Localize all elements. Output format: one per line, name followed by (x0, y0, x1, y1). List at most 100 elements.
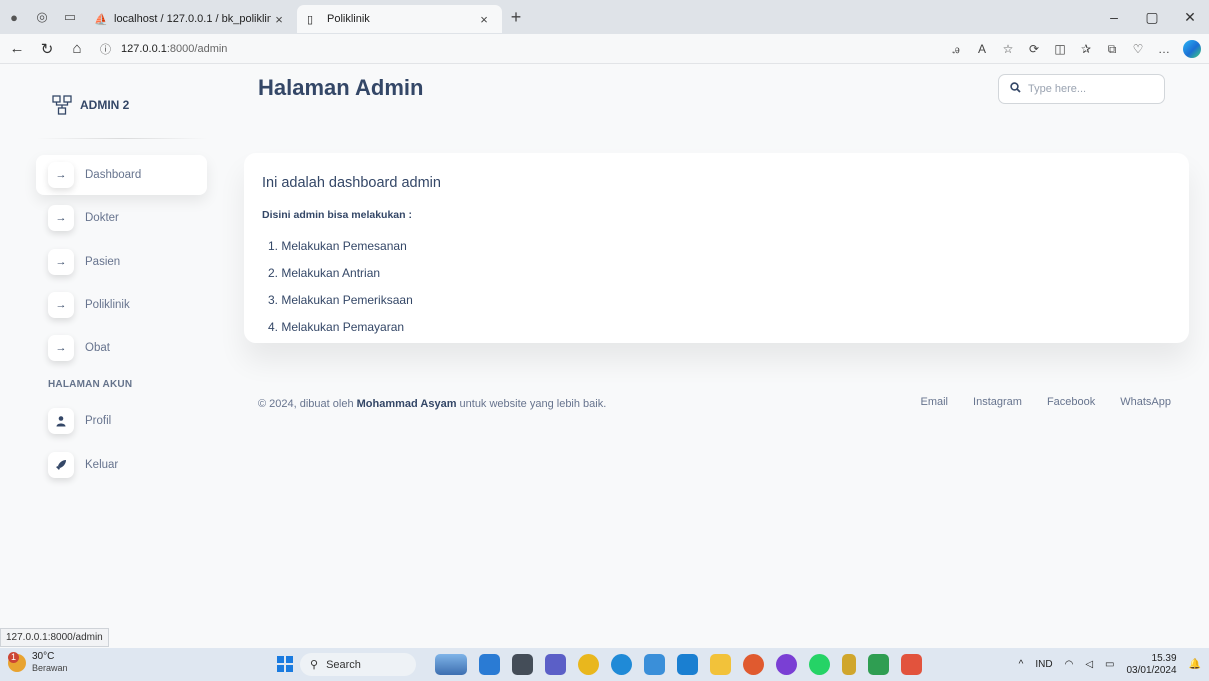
chrome-dev-icon[interactable] (776, 654, 797, 675)
extensions-icon[interactable]: ⟳ (1021, 42, 1047, 56)
footer-link-facebook[interactable]: Facebook (1047, 396, 1095, 408)
copyright-suffix: untuk website yang lebih baik. (456, 398, 607, 410)
landscape-app-icon[interactable] (435, 654, 467, 675)
url-field[interactable]: ⓘ 127.0.0.1:8000/admin (100, 41, 227, 57)
taskbar: 1 30°C Berawan ⚲ Search ^ IND ◠ ◁ ▭ 15.3… (0, 648, 1209, 681)
sidebar-item-dokter[interactable]: → Dokter (36, 198, 207, 238)
xampp-icon[interactable] (479, 654, 500, 675)
sidebar-item-label: Poliklinik (85, 299, 130, 311)
tab-phpmyadmin[interactable]: ⛵ localhost / 127.0.0.1 / bk_poliklin × (84, 5, 297, 33)
page-title: Halaman Admin (258, 75, 424, 100)
list-item: 3. Melakukan Pemeriksaan (268, 293, 413, 307)
weather-widget[interactable]: 1 30°C Berawan (8, 651, 68, 674)
close-window-icon[interactable]: ✕ (1171, 0, 1209, 34)
brand[interactable]: ADMIN 2 (52, 95, 129, 115)
more-menu-icon[interactable]: … (1151, 42, 1177, 56)
chrome-canary-icon[interactable] (743, 654, 764, 675)
tab-label: localhost / 127.0.0.1 / bk_poliklin (114, 13, 271, 25)
close-tab-icon[interactable]: × (271, 12, 287, 27)
chrome-icon[interactable] (578, 654, 599, 675)
battery-icon[interactable]: ▭ (1105, 659, 1114, 670)
workspaces-icon[interactable]: ◎ (28, 3, 56, 31)
xampp-control-icon[interactable] (901, 654, 922, 675)
brand-name: ADMIN 2 (80, 98, 130, 112)
copilot-icon[interactable] (1183, 40, 1201, 58)
arrow-right-icon: → (48, 162, 74, 188)
status-url-tooltip: 127.0.0.1:8000/admin (0, 628, 109, 647)
photos-icon[interactable] (644, 654, 665, 675)
arrow-right-icon: → (48, 335, 74, 361)
sidebar-item-label: Dashboard (85, 169, 142, 181)
favorite-star-icon[interactable]: ☆ (995, 42, 1021, 56)
notification-badge-icon: 1 (8, 651, 19, 663)
sitemap-icon (52, 95, 72, 115)
whatsapp-icon[interactable] (809, 654, 830, 675)
browser-tab-bar: ● ◎ ▭ ⛵ localhost / 127.0.0.1 / bk_polik… (0, 0, 1209, 34)
arrow-right-icon: → (48, 292, 74, 318)
tab-actions-icon[interactable]: ▭ (56, 3, 84, 31)
sidebar-item-dashboard[interactable]: → Dashboard (36, 155, 207, 195)
footer-link-instagram[interactable]: Instagram (973, 396, 1022, 408)
teams-icon[interactable] (545, 654, 566, 675)
task-view-icon[interactable] (512, 654, 533, 675)
windows-start-icon[interactable] (277, 656, 293, 672)
restore-icon[interactable]: ▢ (1133, 0, 1171, 34)
sidebar-item-poliklinik[interactable]: → Poliklinik (36, 285, 207, 325)
minimize-icon[interactable]: – (1095, 0, 1133, 34)
chevron-up-icon[interactable]: ^ (1019, 659, 1024, 670)
sidebar-item-label: Profil (85, 415, 112, 427)
list-item: 4. Melakukan Pemayaran (268, 320, 405, 334)
footer-link-email[interactable]: Email (921, 396, 949, 408)
clock[interactable]: 15.39 03/01/2024 (1126, 653, 1176, 677)
sidebar-item-pasien[interactable]: → Pasien (36, 242, 207, 282)
sidebar-item-profil[interactable]: Profil (36, 401, 207, 441)
list-item: 2. Melakukan Antrian (268, 266, 381, 280)
list-item: 1. Melakukan Pemesanan (268, 239, 407, 253)
favorites-icon[interactable]: ✰ (1073, 42, 1099, 56)
taskbar-search-label: Search (326, 658, 361, 671)
arrow-right-icon: → (48, 249, 74, 275)
account-section-heading: HALAMAN AKUN (48, 379, 133, 390)
sidebar-item-label: Obat (85, 342, 110, 354)
author-link[interactable]: Mohammad Asyam (357, 398, 457, 410)
clock-date: 03/01/2024 (1126, 664, 1177, 676)
copyright-prefix: © 2024, dibuat oleh (258, 398, 357, 410)
refresh-icon[interactable]: ↻ (34, 36, 60, 62)
weather-icon: 1 (8, 651, 26, 672)
info-icon[interactable]: ⓘ (100, 41, 111, 57)
divider (36, 138, 208, 139)
new-tab-button[interactable]: + (502, 7, 530, 28)
pen-app-icon[interactable] (842, 654, 856, 675)
footer-copyright: © 2024, dibuat oleh Mohammad Asyam untuk… (258, 398, 606, 410)
wifi-icon[interactable]: ◠ (1065, 659, 1074, 670)
language-indicator[interactable]: IND (1035, 659, 1052, 670)
footer-link-whatsapp[interactable]: WhatsApp (1120, 396, 1171, 408)
translate-icon[interactable]: ꭿ (943, 42, 969, 57)
tab-poliklinik[interactable]: ▯ Poliklinik × (297, 5, 502, 33)
back-icon[interactable]: ← (4, 36, 30, 62)
split-screen-icon[interactable]: ◫ (1047, 42, 1073, 56)
arrow-right-icon: → (48, 205, 74, 231)
read-aloud-icon[interactable]: A (969, 42, 995, 56)
sidebar-item-obat[interactable]: → Obat (36, 328, 207, 368)
home-icon[interactable]: ⌂ (64, 36, 90, 62)
card-title: Ini adalah dashboard admin (262, 175, 441, 191)
notification-bell-icon[interactable]: 🔔 (1189, 659, 1201, 670)
address-bar: ← ↻ ⌂ ⓘ 127.0.0.1:8000/admin ꭿ A ☆ ⟳ ◫ ✰… (0, 34, 1209, 64)
volume-icon[interactable]: ◁ (1085, 659, 1093, 670)
search-icon: ⚲ (310, 659, 319, 671)
vscode-icon[interactable] (677, 654, 698, 675)
profile-icon[interactable]: ● (0, 3, 28, 31)
edge-icon[interactable] (611, 654, 632, 675)
performance-icon[interactable]: ♡ (1125, 42, 1151, 56)
search-box[interactable] (998, 74, 1165, 104)
close-tab-icon[interactable]: × (476, 12, 492, 27)
file-explorer-icon[interactable] (710, 654, 731, 675)
search-input[interactable] (1028, 83, 1153, 95)
capability-list: 1. Melakukan Pemesanan 2. Melakukan Antr… (268, 237, 413, 345)
terminal-icon[interactable] (868, 654, 889, 675)
taskbar-search[interactable]: ⚲ Search (300, 653, 416, 676)
sidebar-item-keluar[interactable]: Keluar (36, 445, 207, 485)
phpmyadmin-icon: ⛵ (94, 13, 108, 26)
collections-icon[interactable]: ⧉ (1099, 42, 1125, 57)
